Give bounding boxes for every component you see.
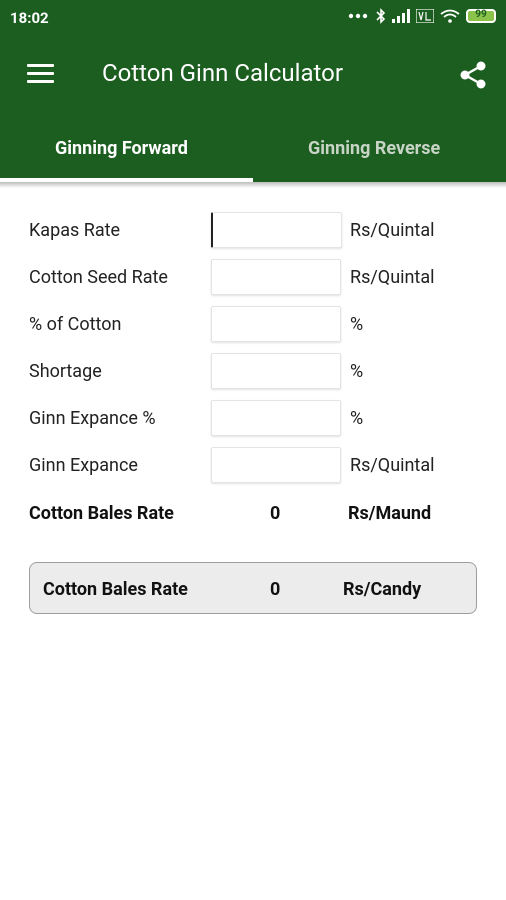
result-candy-unit: Rs/Candy bbox=[343, 579, 422, 600]
form-row-kapas-rate: Kapas Rate Rs/Quintal bbox=[0, 212, 506, 248]
tab-shadow bbox=[0, 182, 506, 188]
tab-ginning-reverse[interactable]: Ginning Reverse bbox=[308, 138, 440, 159]
app-bar: Cotton Ginn Calculator bbox=[0, 36, 506, 116]
field-unit: % bbox=[350, 314, 364, 335]
field-unit: % bbox=[350, 408, 364, 429]
result-candy-value: 0 bbox=[270, 579, 281, 600]
status-bar: 18:02 99 bbox=[0, 0, 506, 36]
result-maund-row: Cotton Bales Rate 0 Rs/Maund bbox=[0, 501, 506, 531]
field-label: Ginn Expance bbox=[29, 455, 138, 476]
field-label: Ginn Expance % bbox=[29, 408, 156, 429]
field-label: % of Cotton bbox=[29, 314, 122, 335]
status-icons: 99 bbox=[348, 8, 496, 24]
cotton-seed-rate-input[interactable] bbox=[211, 259, 341, 295]
result-maund-value: 0 bbox=[270, 503, 281, 524]
field-label: Shortage bbox=[29, 361, 102, 382]
tab-bar: Ginning Forward Ginning Reverse bbox=[0, 116, 506, 182]
form-row-percent-cotton: % of Cotton % bbox=[0, 306, 506, 342]
volte-icon bbox=[416, 9, 434, 23]
form-row-shortage: Shortage % bbox=[0, 353, 506, 389]
kapas-rate-input[interactable] bbox=[211, 212, 342, 248]
form-row-cotton-seed-rate: Cotton Seed Rate Rs/Quintal bbox=[0, 259, 506, 295]
share-icon[interactable] bbox=[458, 60, 488, 90]
result-maund-label: Cotton Bales Rate bbox=[29, 503, 174, 524]
form-row-ginn-expance: Ginn Expance Rs/Quintal bbox=[0, 447, 506, 483]
signal-icon bbox=[392, 9, 410, 23]
result-candy-label: Cotton Bales Rate bbox=[43, 579, 188, 600]
status-time: 18:02 bbox=[10, 9, 49, 27]
shortage-input[interactable] bbox=[211, 353, 341, 389]
menu-icon[interactable] bbox=[27, 62, 54, 84]
ginn-expance-input[interactable] bbox=[211, 447, 341, 483]
result-candy-box: Cotton Bales Rate 0 Rs/Candy bbox=[29, 562, 477, 614]
battery-level: 99 bbox=[475, 9, 487, 20]
app-title: Cotton Ginn Calculator bbox=[102, 59, 343, 87]
field-label: Kapas Rate bbox=[29, 220, 121, 241]
bluetooth-icon bbox=[376, 8, 386, 24]
field-unit: Rs/Quintal bbox=[350, 455, 435, 476]
field-label: Cotton Seed Rate bbox=[29, 267, 168, 288]
result-maund-unit: Rs/Maund bbox=[348, 503, 432, 524]
percent-cotton-input[interactable] bbox=[211, 306, 341, 342]
field-unit: Rs/Quintal bbox=[350, 267, 435, 288]
field-unit: % bbox=[350, 361, 364, 382]
wifi-icon bbox=[440, 9, 460, 23]
battery-icon: 99 bbox=[466, 9, 496, 23]
dots-icon bbox=[348, 13, 368, 19]
field-unit: Rs/Quintal bbox=[350, 220, 435, 241]
form-row-ginn-expance-percent: Ginn Expance % % bbox=[0, 400, 506, 436]
tab-ginning-forward[interactable]: Ginning Forward bbox=[55, 138, 188, 159]
ginn-expance-percent-input[interactable] bbox=[211, 400, 341, 436]
